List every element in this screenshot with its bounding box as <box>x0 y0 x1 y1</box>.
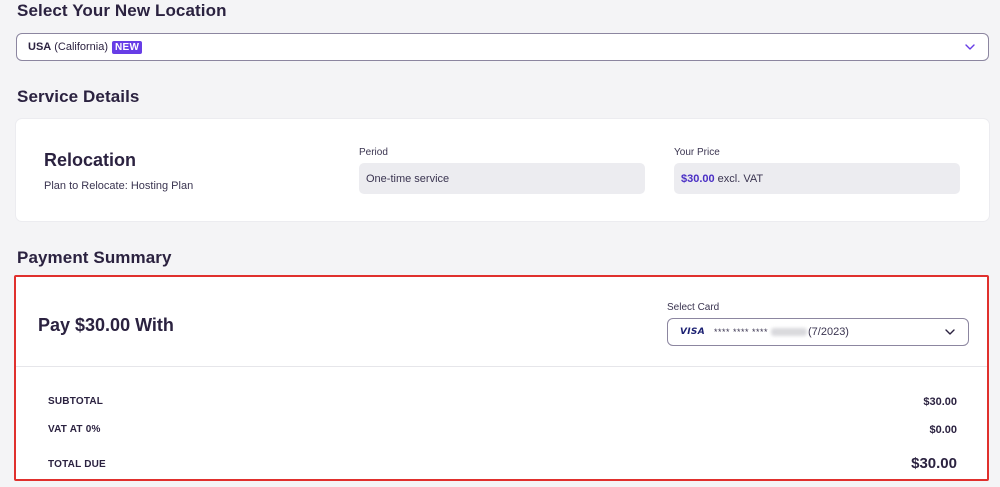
card-number-mask: **** **** **** <box>713 327 768 337</box>
vat-label: VAT AT 0% <box>48 424 101 435</box>
payment-summary-box: Pay $30.00 With Select Card VISA **** **… <box>14 275 989 481</box>
card-select[interactable]: VISA **** **** **** (7/2023) <box>667 318 969 346</box>
price-suffix: excl. VAT <box>717 172 764 185</box>
price-field: $30.00 excl. VAT <box>674 163 960 194</box>
pay-title: Pay $30.00 With <box>38 315 174 335</box>
card-number-redacted <box>771 328 807 336</box>
price-amount: $30.00 <box>681 172 715 185</box>
subtotal-label: SUBTOTAL <box>48 396 104 407</box>
visa-icon: VISA <box>680 327 705 337</box>
period-field: One-time service <box>359 163 645 194</box>
total-due-label: TOTAL DUE <box>48 459 106 470</box>
service-heading: Service Details <box>17 87 140 106</box>
total-due-value: $30.00 <box>911 455 957 472</box>
select-card-label: Select Card <box>667 302 720 313</box>
location-country: USA <box>28 41 52 53</box>
period-label: Period <box>359 147 388 158</box>
period-value: One-time service <box>366 172 450 185</box>
service-subtitle: Plan to Relocate: Hosting Plan <box>44 180 194 192</box>
location-select[interactable]: USA (California) NEW <box>16 33 989 61</box>
new-badge: NEW <box>112 40 143 54</box>
service-title: Relocation <box>44 150 137 170</box>
chevron-down-icon <box>964 41 976 53</box>
payment-heading: Payment Summary <box>17 248 172 267</box>
divider <box>16 366 987 367</box>
location-heading: Select Your New Location <box>17 1 227 20</box>
price-label: Your Price <box>674 147 720 158</box>
card-expiry: (7/2023) <box>808 326 849 338</box>
chevron-down-icon <box>944 326 956 338</box>
vat-value: $0.00 <box>929 424 957 436</box>
location-region: (California) <box>54 41 109 53</box>
subtotal-value: $30.00 <box>923 396 957 408</box>
service-card: Relocation Plan to Relocate: Hosting Pla… <box>16 119 989 221</box>
